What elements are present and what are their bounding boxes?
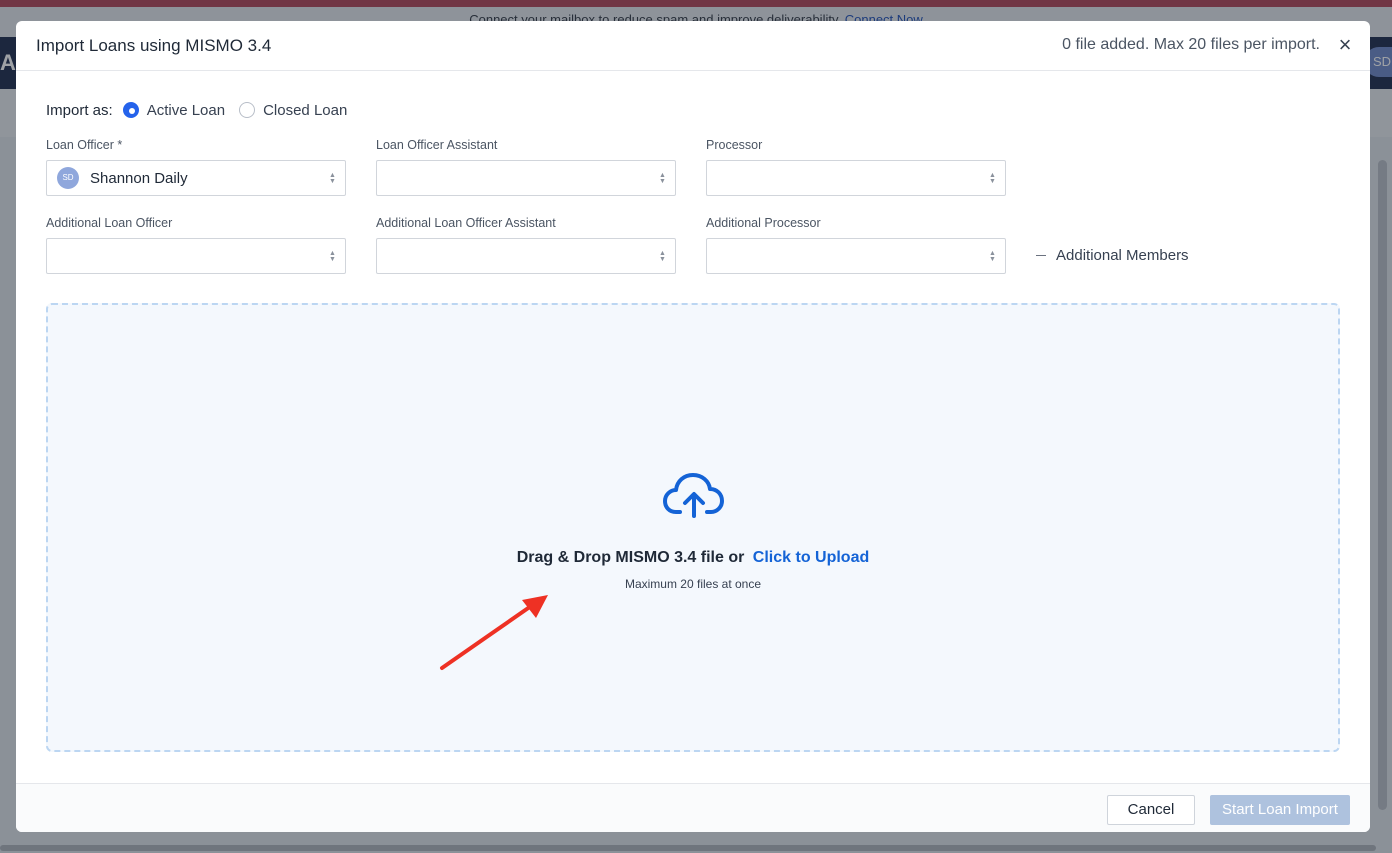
additional-loan-officer-assistant-field: Additional Loan Officer Assistant ▲ ▼ <box>376 216 676 274</box>
close-icon[interactable]: × <box>1334 34 1356 56</box>
sort-arrows-icon: ▲ ▼ <box>989 250 996 263</box>
minus-icon <box>1036 254 1046 257</box>
additional-processor-select[interactable]: ▲ ▼ <box>706 238 1006 274</box>
file-count-status: 0 file added. Max 20 files per import. <box>1062 36 1320 53</box>
file-dropzone[interactable]: Drag & Drop MISMO 3.4 file or Click to U… <box>46 303 1340 752</box>
modal-title: Import Loans using MISMO 3.4 <box>36 36 272 55</box>
import-loans-modal: Import Loans using MISMO 3.4 0 file adde… <box>16 21 1370 832</box>
dropzone-subtext: Maximum 20 files at once <box>624 577 762 591</box>
sort-arrows-icon: ▲ ▼ <box>659 250 666 263</box>
sort-arrows-icon: ▲ ▼ <box>989 172 996 185</box>
additional-loan-officer-assistant-select[interactable]: ▲ ▼ <box>376 238 676 274</box>
radio-active-loan-label: Active Loan <box>146 101 226 119</box>
additional-loan-officer-assistant-label: Additional Loan Officer Assistant <box>376 216 556 230</box>
loan-officer-assistant-select[interactable]: ▲ ▼ <box>376 160 676 196</box>
annotation-arrow-icon <box>440 595 548 670</box>
loan-officer-label: Loan Officer * <box>46 138 123 152</box>
sort-arrows-icon: ▲ ▼ <box>329 172 336 185</box>
radio-active-loan[interactable]: Active Loan <box>122 101 226 119</box>
import-as-label: Import as: <box>46 101 113 119</box>
loan-officer-select[interactable]: SD Shannon Daily ▲ ▼ <box>46 160 346 196</box>
processor-field: Processor ▲ ▼ <box>706 138 1006 196</box>
sort-arrows-icon: ▲ ▼ <box>659 172 666 185</box>
additional-members-label: Additional Members <box>1056 247 1189 264</box>
additional-loan-officer-label: Additional Loan Officer <box>46 216 173 230</box>
sort-arrows-icon: ▲ ▼ <box>329 250 336 263</box>
cancel-button[interactable]: Cancel <box>1107 795 1195 825</box>
click-to-upload-link[interactable]: Click to Upload <box>753 549 869 566</box>
additional-loan-officer-field: Additional Loan Officer ▲ ▼ <box>46 216 346 274</box>
dropzone-text: Drag & Drop MISMO 3.4 file or <box>516 549 745 566</box>
radio-closed-loan-label: Closed Loan <box>263 101 348 119</box>
loan-officer-value: Shannon Daily <box>90 169 188 187</box>
additional-members-toggle[interactable]: Additional Members <box>1036 247 1189 264</box>
additional-loan-officer-select[interactable]: ▲ ▼ <box>46 238 346 274</box>
loan-officer-assistant-label: Loan Officer Assistant <box>376 138 498 152</box>
modal-header: Import Loans using MISMO 3.4 0 file adde… <box>16 21 1370 71</box>
avatar: SD <box>57 167 79 189</box>
cloud-upload-icon <box>663 473 724 518</box>
radio-closed-loan[interactable]: Closed Loan <box>239 102 347 119</box>
radio-selected-icon[interactable] <box>122 102 139 118</box>
modal-footer: Cancel Start Loan Import <box>16 783 1370 832</box>
radio-unselected-icon[interactable] <box>239 102 256 118</box>
dropzone-text-line: Drag & Drop MISMO 3.4 file or Click to U… <box>48 549 1338 567</box>
processor-label: Processor <box>706 138 763 152</box>
additional-processor-field: Additional Processor ▲ ▼ <box>706 216 1006 274</box>
loan-officer-field: Loan Officer * SD Shannon Daily ▲ ▼ <box>46 138 346 196</box>
additional-processor-label: Additional Processor <box>706 216 821 230</box>
loan-officer-assistant-field: Loan Officer Assistant ▲ ▼ <box>376 138 676 196</box>
start-loan-import-button[interactable]: Start Loan Import <box>1210 795 1350 825</box>
import-as-group: Import as: Active Loan Closed Loan <box>46 100 361 120</box>
processor-select[interactable]: ▲ ▼ <box>706 160 1006 196</box>
